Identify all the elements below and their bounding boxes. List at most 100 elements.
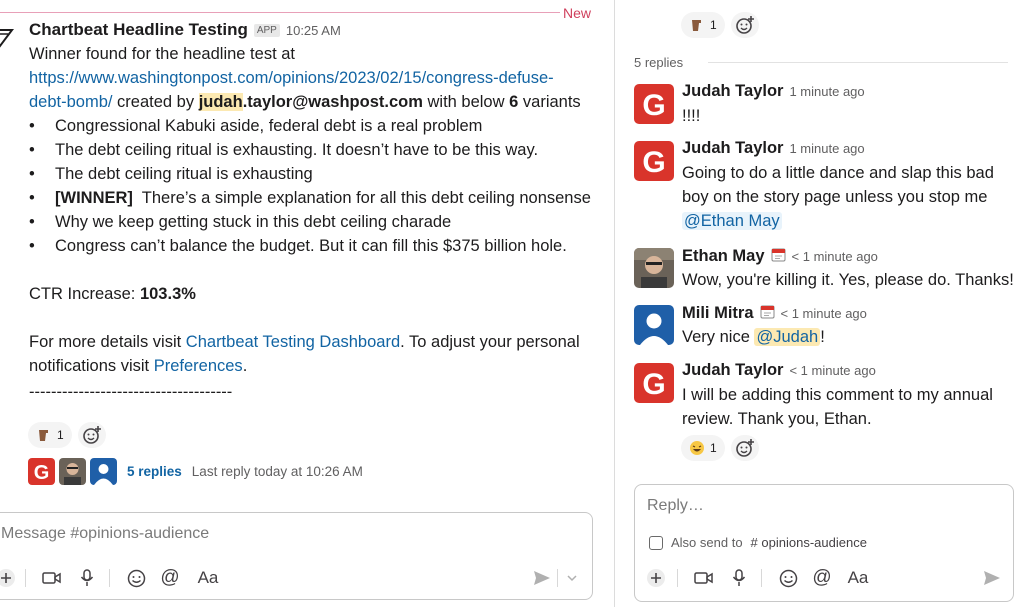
message-timestamp[interactable]: 10:25 AM [286,23,341,38]
hash-icon: # [750,535,758,550]
avatar-ethan[interactable] [634,248,674,288]
preferences-link[interactable]: Preferences [154,357,243,375]
format-button[interactable]: Aa [195,565,221,591]
send-button[interactable] [531,565,553,591]
also-send-option[interactable]: Also send to # opinions-audience [649,535,867,550]
message-input[interactable] [1,525,581,543]
format-button[interactable]: Aa [845,565,871,591]
new-messages-label: New [563,5,592,21]
microphone-icon [732,569,746,586]
intro-line: Winner found for the headline test at [29,45,295,63]
at-icon: @ [160,567,180,588]
reply-input[interactable] [647,497,997,515]
reply-author[interactable]: Ethan May [682,247,765,266]
text-format-icon: Aa [847,568,869,587]
variant-item: The debt ceiling ritual is exhausting. I… [29,138,604,162]
mention-judah[interactable]: @Judah [754,328,821,346]
avatar-mili[interactable] [634,305,674,345]
parent-reactions: 1 [681,12,759,38]
reply-text: Very nice @Judah! [682,328,825,346]
reply-time[interactable]: < 1 minute ago [789,363,875,378]
calendar-status-icon [760,305,775,319]
message-composer: @ Aa [0,512,593,600]
at-icon: @ [812,567,832,588]
plus-icon [0,569,15,587]
variant-item-winner: [WINNER] There’s a simple explanation fo… [29,186,604,210]
created-by-line: debt-bomb/ created by judah.taylor@washp… [29,93,581,111]
thread-summary[interactable]: G 5 replies Last reply today at 10:26 AM [28,458,363,485]
reply-author[interactable]: Judah Taylor [682,361,783,380]
video-button[interactable] [41,565,63,591]
reply-toolbar: @ Aa [635,565,1013,593]
chevron-down-icon [567,575,577,582]
add-reaction-button[interactable] [77,422,106,448]
reply-author[interactable]: Mili Mitra [682,304,754,323]
reply-text: I will be adding this comment to my annu… [682,386,993,428]
reply-time[interactable]: < 1 minute ago [792,249,878,264]
channel-pane: New Chartbeat Headline Testing APP 10:25… [0,0,614,607]
url-line: https://www.washingtonpost.com/opinions/… [29,66,604,90]
replies-link[interactable]: 5 replies [127,464,182,479]
new-messages-divider [0,12,560,13]
avatar-judah[interactable]: G [634,141,674,181]
video-icon [42,572,61,584]
reply-composer: Also send to # opinions-audience @ Aa [634,484,1014,602]
message-body: Winner found for the headline test at ht… [29,42,604,404]
mention-button[interactable]: @ [159,565,181,591]
avatar-judah[interactable]: G [634,363,674,403]
last-reply-text: Last reply today at 10:26 AM [191,464,363,479]
emoji-button[interactable] [777,565,799,591]
sender-name[interactable]: Chartbeat Headline Testing [29,20,248,40]
add-reaction-button[interactable] [730,435,759,461]
user-highlight: judah [198,93,243,111]
svg-text:G: G [34,462,50,484]
send-icon [984,571,1000,585]
svg-text:G: G [642,146,665,179]
reply-time[interactable]: 1 minute ago [789,141,864,156]
reaction-pill[interactable]: 1 [681,12,725,38]
send-icon [534,571,550,585]
plus-button[interactable] [0,565,17,591]
thread-reply-count: 5 replies [634,55,684,70]
send-button[interactable] [981,565,1003,591]
audio-button[interactable] [729,565,749,591]
chartbeat-app-icon[interactable] [0,26,14,50]
mention-ethan[interactable]: @Ethan May [682,212,782,230]
plus-button[interactable] [645,565,667,591]
reply-author[interactable]: Judah Taylor [682,82,783,101]
reaction-pill[interactable]: 1 [28,422,72,448]
microphone-icon [80,569,94,586]
laughing-emoji-icon [690,441,704,455]
emoji-button[interactable] [125,565,147,591]
composer-toolbar: @ Aa [0,565,592,593]
article-link[interactable]: https://www.washingtonpost.com/opinions/… [29,69,554,87]
reply-time[interactable]: < 1 minute ago [781,306,867,321]
reply-text: Going to do a little dance and slap this… [682,164,994,230]
variant-count: 6 [509,93,519,111]
send-options-button[interactable] [563,565,581,591]
calendar-status-icon [771,248,786,262]
message-header: Chartbeat Headline Testing APP 10:25 AM [29,20,341,40]
reaction-pill[interactable]: 1 [681,435,725,461]
svg-text:G: G [642,368,665,401]
reply-author[interactable]: Judah Taylor [682,139,783,158]
avatar-mili [90,458,117,485]
reply-time[interactable]: 1 minute ago [789,84,864,99]
video-button[interactable] [693,565,715,591]
also-send-checkbox[interactable] [649,535,663,550]
avatar-judah[interactable]: G [634,84,674,124]
dashboard-link[interactable]: Chartbeat Testing Dashboard [186,333,400,351]
mention-button[interactable]: @ [811,565,833,591]
add-reaction-button[interactable] [730,12,759,38]
audio-button[interactable] [77,565,97,591]
thread-pane: 1 5 replies G Judah Taylor 1 minute ago … [615,0,1029,607]
prefs-line: notifications visit Preferences. [29,357,248,375]
reply-text: !!!! [682,107,701,125]
article-link-cont[interactable]: debt-bomb/ [29,93,112,111]
message-reactions: 1 [28,422,106,448]
text-format-icon: Aa [197,568,219,587]
hand-emoji-icon [39,430,48,441]
details-line: For more details visit Chartbeat Testing… [29,333,580,351]
channel-ref: # opinions-audience [750,535,867,550]
variant-item: The debt ceiling ritual is exhausting [29,162,604,186]
